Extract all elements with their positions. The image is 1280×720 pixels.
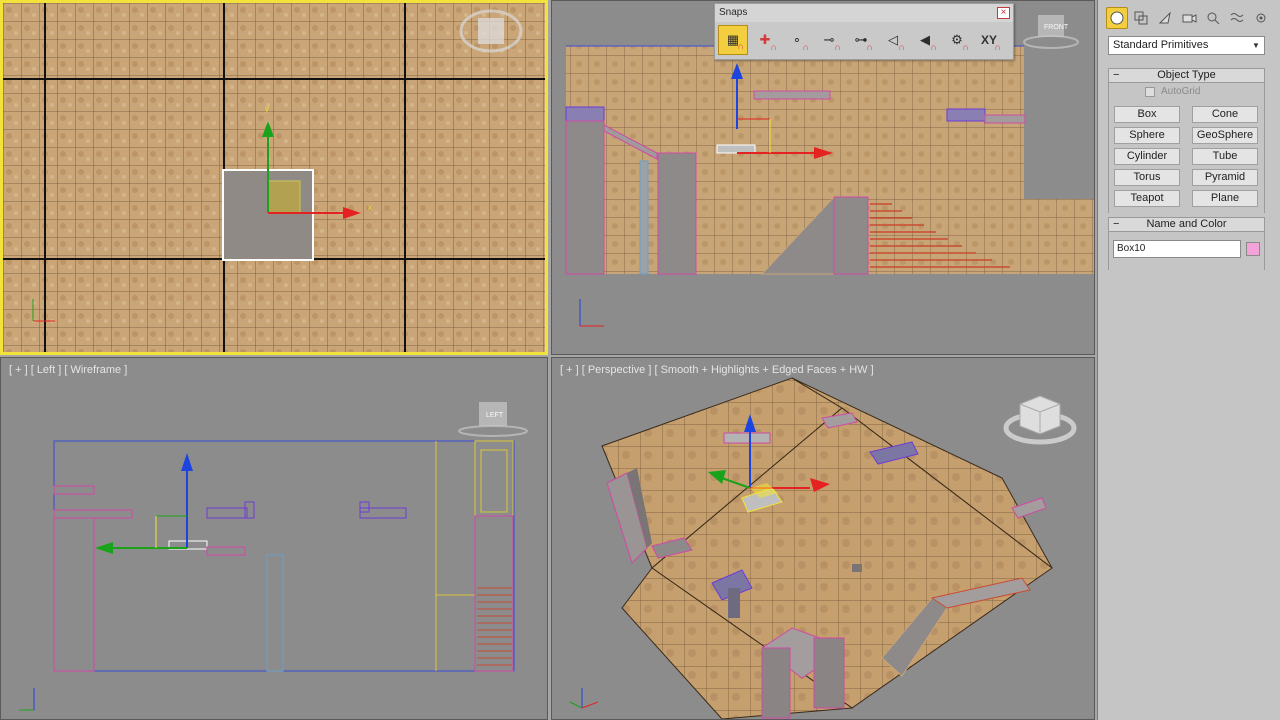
object-type-rollout-header[interactable]: − Object Type bbox=[1108, 68, 1265, 83]
command-panel-tabs bbox=[1098, 0, 1280, 34]
gear-icon: ⚙ bbox=[951, 32, 963, 47]
object-color-swatch[interactable] bbox=[1246, 242, 1260, 256]
close-icon[interactable]: × bbox=[997, 7, 1010, 19]
name-and-color-title: Name and Color bbox=[1146, 218, 1227, 230]
chevron-down-icon: ▼ bbox=[1252, 41, 1260, 50]
midpoint-snap-button[interactable]: ⊶ ∩ bbox=[846, 25, 876, 55]
magnet-icon: ∩ bbox=[962, 42, 970, 52]
cone-button[interactable]: Cone bbox=[1192, 106, 1258, 123]
magnet-icon: ∩ bbox=[994, 42, 1002, 52]
light-icon bbox=[1158, 11, 1171, 24]
top-viewcube-icon[interactable] bbox=[458, 5, 524, 63]
spacewarps-tab[interactable] bbox=[1226, 7, 1248, 29]
options-snap-button[interactable]: ⚙ ∩ bbox=[942, 25, 972, 55]
vertex-icon: ∘ bbox=[792, 32, 802, 47]
spacewarp-icon bbox=[1230, 13, 1244, 22]
magnet-icon: ∩ bbox=[802, 42, 810, 52]
category-dropdown-value: Standard Primitives bbox=[1113, 39, 1209, 51]
snaps-toolbar[interactable]: Snaps × ▦ ∩ ✚ ∩ ∘ ∩ ⊸ ∩ ⊶ ∩ ◁ ∩ ◀ ∩ ⚙ ∩ XY ∩ bbox=[714, 3, 1014, 60]
axis-constraint-snap-button[interactable]: XY ∩ bbox=[974, 25, 1004, 55]
object-type-rollout: AutoGrid Box Cone Sphere GeoSphere Cylin… bbox=[1108, 83, 1265, 213]
pivot-icon: ✚ bbox=[759, 32, 771, 47]
snaps-button-row: ▦ ∩ ✚ ∩ ∘ ∩ ⊸ ∩ ⊶ ∩ ◁ ∩ ◀ ∩ ⚙ ∩ XY ∩ bbox=[715, 22, 1013, 58]
magnet-icon: ∩ bbox=[834, 42, 842, 52]
snaps-title: Snaps bbox=[719, 7, 748, 18]
edge-icon: ◁ bbox=[888, 32, 898, 47]
category-dropdown[interactable]: Standard Primitives ▼ bbox=[1108, 36, 1265, 55]
front-viewcube-label: FRONT bbox=[1044, 24, 1069, 31]
collapse-icon: − bbox=[1113, 218, 1120, 230]
magnet-icon: ∩ bbox=[930, 42, 938, 52]
sphere-button[interactable]: Sphere bbox=[1114, 127, 1180, 144]
magnet-icon: ∩ bbox=[866, 42, 874, 52]
cylinder-button[interactable]: Cylinder bbox=[1114, 148, 1180, 165]
sphere-icon bbox=[1110, 11, 1124, 25]
systems-tab[interactable] bbox=[1250, 7, 1272, 29]
helper-icon bbox=[1207, 12, 1220, 25]
endpoint-snap-button[interactable]: ⊸ ∩ bbox=[814, 25, 844, 55]
command-panel: Standard Primitives ▼ − Object Type Auto… bbox=[1097, 0, 1280, 720]
torus-button[interactable]: Torus bbox=[1114, 169, 1180, 186]
pivot-snap-button[interactable]: ✚ ∩ bbox=[750, 25, 780, 55]
magnet-icon: ∩ bbox=[770, 42, 778, 52]
geosphere-button[interactable]: GeoSphere bbox=[1192, 127, 1258, 144]
edge-snap-button[interactable]: ◁ ∩ bbox=[878, 25, 908, 55]
endpoint-icon: ⊸ bbox=[823, 32, 835, 47]
camera-icon bbox=[1182, 14, 1197, 23]
svg-text:y: y bbox=[265, 104, 269, 113]
left-viewcube-icon[interactable]: LEFT bbox=[456, 398, 530, 440]
face-snap-button[interactable]: ◀ ∩ bbox=[910, 25, 940, 55]
primitive-buttons: Box Cone Sphere GeoSphere Cylinder Tube … bbox=[1114, 106, 1258, 207]
plane-button[interactable]: Plane bbox=[1192, 190, 1258, 207]
top-viewport[interactable]: x y bbox=[0, 0, 548, 355]
create-geometry-tab[interactable] bbox=[1106, 7, 1128, 29]
shapes-icon bbox=[1134, 11, 1148, 25]
grid-points-snap-button[interactable]: ▦ ∩ bbox=[718, 25, 748, 55]
magnet-icon: ∩ bbox=[898, 42, 906, 52]
autogrid-checkbox-box[interactable] bbox=[1145, 86, 1155, 97]
tube-button[interactable]: Tube bbox=[1192, 148, 1258, 165]
name-and-color-rollout-header[interactable]: − Name and Color bbox=[1108, 217, 1265, 232]
systems-icon bbox=[1256, 13, 1266, 23]
vertex-snap-button[interactable]: ∘ ∩ bbox=[782, 25, 812, 55]
front-viewcube-icon[interactable]: FRONT bbox=[1022, 9, 1080, 55]
shapes-tab[interactable] bbox=[1130, 7, 1152, 29]
object-name-field[interactable]: Box10 bbox=[1113, 240, 1241, 258]
helpers-tab[interactable] bbox=[1202, 7, 1224, 29]
box-button[interactable]: Box bbox=[1114, 106, 1180, 123]
collapse-icon: − bbox=[1113, 69, 1120, 81]
left-viewcube-label: LEFT bbox=[486, 412, 504, 419]
magnet-icon: ∩ bbox=[737, 41, 745, 51]
lights-tab[interactable] bbox=[1154, 7, 1176, 29]
face-icon: ◀ bbox=[920, 32, 930, 47]
name-and-color-rollout: Box10 bbox=[1108, 232, 1265, 270]
autogrid-checkbox[interactable]: AutoGrid bbox=[1145, 86, 1200, 97]
pyramid-button[interactable]: Pyramid bbox=[1192, 169, 1258, 186]
perspective-viewcube-icon[interactable] bbox=[1002, 388, 1078, 452]
snaps-titlebar[interactable]: Snaps × bbox=[715, 4, 1013, 22]
teapot-button[interactable]: Teapot bbox=[1114, 190, 1180, 207]
left-viewport[interactable]: [ + ] [ Left ] [ Wireframe ] LEFT bbox=[0, 357, 548, 720]
svg-text:x: x bbox=[368, 203, 372, 212]
object-type-title: Object Type bbox=[1157, 69, 1216, 81]
cameras-tab[interactable] bbox=[1178, 7, 1200, 29]
perspective-viewport[interactable]: [ + ] [ Perspective ] [ Smooth + Highlig… bbox=[551, 357, 1095, 720]
autogrid-label: AutoGrid bbox=[1161, 86, 1201, 97]
